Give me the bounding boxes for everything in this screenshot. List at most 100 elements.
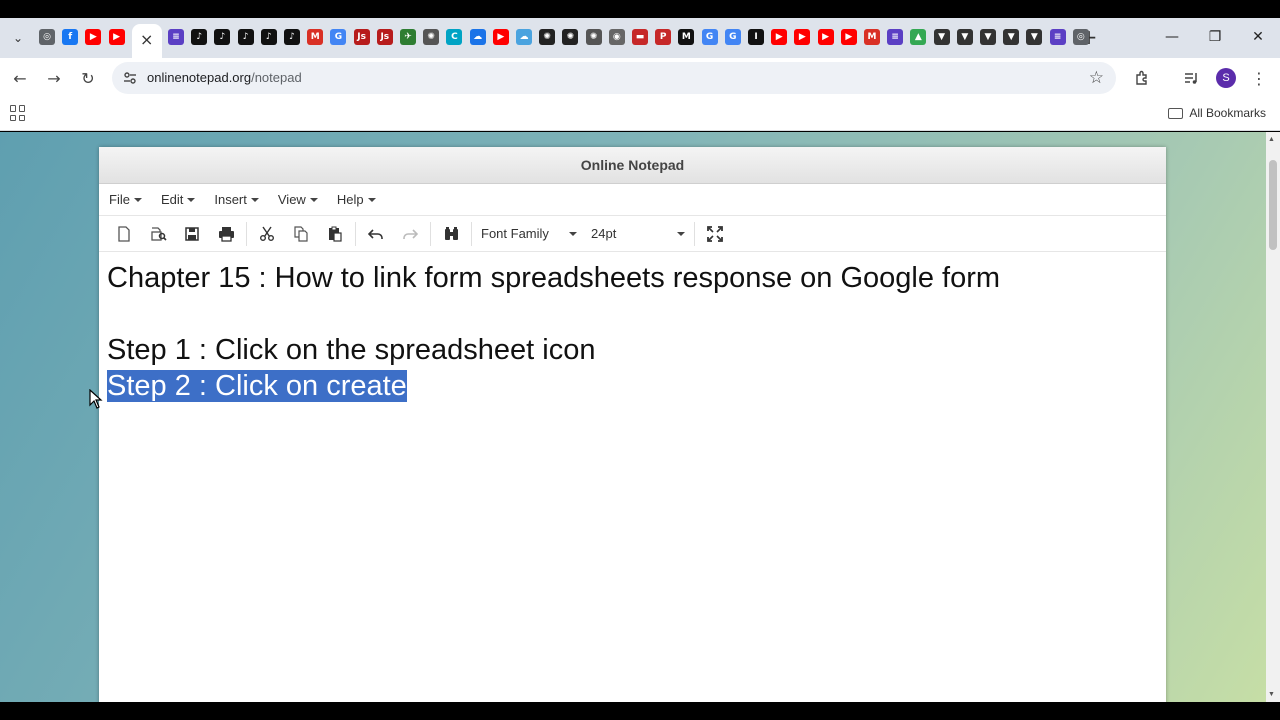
js-icon[interactable]: Js [353,29,370,45]
font-family-select[interactable]: Font Family [475,219,583,249]
vpn-icon[interactable]: ▼ [933,29,950,45]
vpn-icon[interactable]: ▼ [1026,29,1043,45]
text-editor[interactable]: Chapter 15 : How to link form spreadshee… [99,252,1166,412]
bookmark-star-icon[interactable]: ☆ [1089,68,1104,88]
cut-icon[interactable] [250,219,284,249]
restore-icon[interactable]: ❐ [1203,26,1227,48]
chevron-down-icon [367,197,376,202]
address-bar[interactable]: onlinenotepad.org/notepad ☆ [112,62,1116,94]
youtube-icon[interactable]: ▶ [85,29,102,45]
tiktok-icon[interactable]: ♪ [284,29,300,45]
active-tab[interactable]: × [132,24,162,58]
translate-icon[interactable]: G [330,29,347,45]
openai-icon[interactable]: ✺ [423,29,440,45]
tiktok-icon[interactable]: ♪ [260,29,277,45]
jm-icon[interactable]: M [678,29,695,45]
youtube-icon[interactable]: ▶ [108,29,125,45]
editor-line[interactable] [107,296,1158,332]
new-document-icon[interactable] [107,219,141,249]
js-icon[interactable]: Js [376,29,393,45]
editor-line[interactable]: Step 1 : Click on the spreadsheet icon [107,332,1158,368]
google-icon[interactable]: G [701,29,718,45]
paste-icon[interactable] [318,219,352,249]
open-document-icon[interactable] [141,219,175,249]
notes-icon[interactable]: ≡ [168,29,184,45]
menu-edit[interactable]: Edit [161,192,196,207]
openai-icon[interactable]: ✺ [562,29,579,45]
tiktok-icon[interactable]: ♪ [237,29,254,45]
facebook-icon[interactable]: f [62,29,79,45]
globe-icon[interactable]: ◉ [608,29,625,45]
toolbar-separator [430,221,431,246]
selected-text: Step 2 : Click on create [107,370,407,402]
font-size-select[interactable]: 24pt [585,219,691,249]
gmail-icon[interactable]: M [864,29,880,45]
apps-grid-icon[interactable] [10,105,26,121]
print-icon[interactable] [209,219,243,249]
openai-icon[interactable]: ✺ [539,29,556,45]
youtube-icon[interactable]: ▶ [492,29,509,45]
youtube-icon[interactable]: ▶ [771,29,788,45]
brand-icon[interactable]: ▬ [632,29,648,45]
vpn-icon[interactable]: ▼ [956,29,973,45]
minimize-icon[interactable]: — [1160,26,1184,48]
google-icon[interactable]: G [724,29,741,45]
media-control-icon[interactable] [1180,67,1202,89]
reload-icon[interactable]: ↻ [77,67,99,89]
menu-insert[interactable]: Insert [214,192,259,207]
forward-icon[interactable]: → [43,67,65,89]
tiktok-icon[interactable]: ♪ [191,29,208,45]
menu-file[interactable]: File [109,192,142,207]
pdf-icon[interactable]: P [655,29,672,45]
chevron-down-icon [309,197,318,202]
redo-icon[interactable] [393,219,427,249]
toolbar-separator [694,221,695,246]
toolbar-separator [355,221,356,246]
cloud-icon[interactable]: ☁ [469,29,486,45]
tab-strip: ⌄ × + — ❐ ✕ ◎ f ▶ ▶ ≡ ♪ ♪ ♪ ♪ ♪ M G Js Js ✈ ✺ C ☁ ▶ ☁ ✺ ✺ ✺ ◉ ▬ P… [0,18,1280,58]
editor-line[interactable]: Step 2 : Click on create [107,368,1158,404]
youtube-icon[interactable]: ▶ [840,29,857,45]
copy-icon[interactable] [284,219,318,249]
tab-search-icon[interactable]: ⌄ [8,28,28,48]
scroll-down-icon[interactable]: ▼ [1268,691,1275,698]
close-window-icon[interactable]: ✕ [1246,26,1270,48]
page-scrollbar[interactable]: ▲ ▼ [1266,132,1280,702]
vpn-icon[interactable]: ▼ [980,29,996,45]
chevron-down-icon [250,197,259,202]
canva-icon[interactable]: C [446,29,463,45]
extensions-icon[interactable] [1131,67,1153,89]
notes-icon[interactable]: ≡ [887,29,904,45]
undo-icon[interactable] [359,219,393,249]
chevron-down-icon [569,231,577,236]
scroll-thumb[interactable] [1269,160,1277,250]
editor-line[interactable]: Chapter 15 : How to link form spreadshee… [107,260,1158,296]
info-icon[interactable]: I [748,29,764,45]
menu-dots-icon[interactable]: ⋮ [1248,67,1270,89]
url-text[interactable]: onlinenotepad.org/notepad [147,70,302,85]
save-icon[interactable] [175,219,209,249]
find-binoculars-icon[interactable] [434,219,468,249]
youtube-icon[interactable]: ▶ [794,29,811,45]
close-tab-icon[interactable]: × [140,30,153,49]
site-info-icon[interactable] [122,70,138,86]
notes-icon[interactable]: ≡ [1049,29,1066,45]
openai-icon[interactable]: ✺ [585,29,602,45]
all-bookmarks-button[interactable]: All Bookmarks [1168,106,1266,120]
back-icon[interactable]: ← [9,67,31,89]
tiktok-icon[interactable]: ♪ [214,29,231,45]
drive-icon[interactable]: ▲ [910,29,927,45]
fullscreen-icon[interactable] [698,219,732,249]
chrome-icon[interactable]: ◎ [1072,29,1089,45]
gmail-icon[interactable]: M [307,29,324,45]
map-icon[interactable]: ✈ [400,29,416,45]
profile-avatar[interactable]: S [1216,68,1236,88]
chrome-icon[interactable]: ◎ [39,29,55,45]
chevron-down-icon [677,231,685,236]
scroll-up-icon[interactable]: ▲ [1268,136,1275,143]
menu-view[interactable]: View [278,192,318,207]
cloud-outline-icon[interactable]: ☁ [516,29,532,45]
menu-help[interactable]: Help [337,192,376,207]
youtube-icon[interactable]: ▶ [817,29,834,45]
vpn-icon[interactable]: ▼ [1003,29,1020,45]
